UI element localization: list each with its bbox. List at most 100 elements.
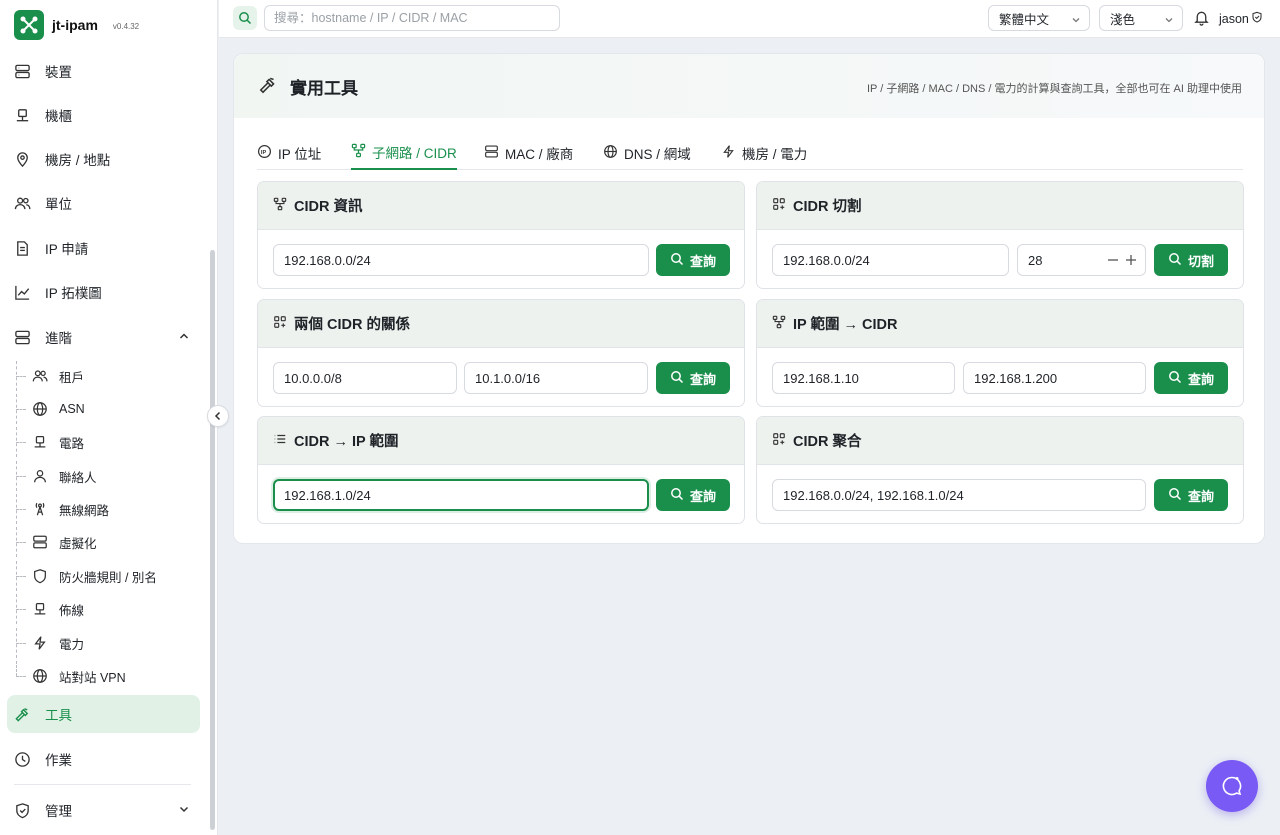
sidebar-item-advanced[interactable]: 進階 — [7, 318, 200, 356]
search-icon — [1168, 370, 1182, 387]
tools-card: 實用工具 IP / 子網路 / MAC / DNS / 電力的計算與查詢工具，全… — [233, 53, 1265, 544]
sidebar: jt-ipam v0.4.32 裝置 機櫃 機房 / 地點 單位 IP 申請 I… — [0, 0, 218, 835]
cidr-list-input[interactable] — [772, 479, 1146, 511]
globe-icon — [603, 144, 618, 162]
globe-icon — [31, 667, 49, 685]
sidebar-subitem-circuits[interactable]: 電路 — [15, 427, 200, 457]
grid-icon — [772, 432, 786, 449]
tool-cidr-to-range: CIDR → IP 範圍 查詢 — [257, 416, 745, 524]
query-button[interactable]: 查詢 — [1154, 479, 1228, 511]
sidebar-item-units[interactable]: 單位 — [7, 184, 200, 222]
logo-icon — [14, 10, 44, 40]
query-button[interactable]: 查詢 — [1154, 362, 1228, 394]
tool-title: CIDR → IP 範圍 — [294, 434, 399, 450]
sidebar-item-label: 進階 — [45, 331, 72, 346]
search-icon[interactable] — [233, 6, 257, 30]
sidebar-subitem-asn[interactable]: ASN — [15, 394, 200, 424]
sidebar-subitem-virtualization[interactable]: 虛擬化 — [15, 527, 200, 557]
sidebar-subitem-firewall[interactable]: 防火牆規則 / 別名 — [15, 561, 200, 591]
svg-text:IP: IP — [261, 150, 267, 156]
sidebar-subitem-tenants[interactable]: 租戶 — [15, 361, 200, 391]
chevron-left-icon — [214, 411, 221, 421]
sidebar-item-ip-request[interactable]: IP 申請 — [7, 229, 200, 267]
tab-ip-address[interactable]: IP IP 位址 — [257, 136, 321, 170]
query-button[interactable]: 查詢 — [656, 479, 730, 511]
clock-icon — [13, 750, 31, 768]
ai-assistant-button[interactable] — [1206, 760, 1258, 812]
query-button[interactable]: 查詢 — [656, 362, 730, 394]
search-icon — [1168, 252, 1182, 269]
plus-icon[interactable] — [1125, 253, 1137, 270]
sidebar-subitem-contacts[interactable]: 聯絡人 — [15, 461, 200, 491]
sidebar-item-tools[interactable]: 工具 — [7, 695, 200, 733]
prefix-stepper[interactable]: 28 — [1017, 244, 1146, 276]
server-icon — [484, 144, 499, 162]
sidebar-item-label: 機櫃 — [45, 109, 72, 124]
minus-icon[interactable] — [1107, 253, 1119, 270]
tool-title: CIDR 資訊 — [294, 199, 363, 215]
cidr-input[interactable] — [273, 244, 649, 276]
button-label: 查詢 — [1187, 488, 1214, 504]
sidebar-subitem-power[interactable]: 電力 — [15, 628, 200, 658]
sidebar-subitem-label: ASN — [59, 402, 85, 416]
brand[interactable]: jt-ipam v0.4.32 — [14, 10, 139, 40]
grid-icon — [772, 197, 786, 214]
sidebar-scrollbar[interactable] — [210, 250, 215, 830]
antenna-icon — [31, 500, 49, 518]
user-name: jason — [1219, 11, 1249, 26]
tool-tabs: IP IP 位址 子網路 / CIDR MAC / 廠商 DNS / 網域 機房… — [257, 136, 1243, 170]
range-end-input[interactable] — [963, 362, 1146, 394]
tool-cidr-relation: 兩個 CIDR 的關係 查詢 — [257, 299, 745, 407]
tree-connector — [15, 361, 29, 391]
sidebar-item-devices[interactable]: 裝置 — [7, 52, 200, 90]
range-start-input[interactable] — [772, 362, 955, 394]
search-icon — [670, 487, 684, 504]
split-button[interactable]: 切割 — [1154, 244, 1228, 276]
tool-cidr-info: CIDR 資訊 查詢 — [257, 181, 745, 289]
theme-select[interactable]: 淺色 — [1099, 5, 1183, 31]
app-version: v0.4.32 — [112, 22, 140, 31]
sidebar-item-jobs[interactable]: 作業 — [7, 740, 200, 778]
cidr-input[interactable] — [273, 479, 649, 511]
cidr-input[interactable] — [772, 244, 1009, 276]
sidebar-item-ip-topology[interactable]: IP 拓樸圖 — [7, 273, 200, 311]
chevron-up-icon[interactable] — [178, 330, 190, 345]
button-label: 查詢 — [1187, 371, 1214, 387]
search-icon — [1168, 487, 1182, 504]
tab-datacenter-power[interactable]: 機房 / 電力 — [721, 136, 807, 170]
sidebar-item-admin[interactable]: 管理 — [7, 791, 200, 829]
tool-title: CIDR 聚合 — [793, 434, 862, 450]
bell-icon[interactable] — [1193, 9, 1210, 29]
cidr-b-input[interactable] — [464, 362, 648, 394]
shield-check-icon — [13, 801, 31, 819]
server-icon — [13, 328, 31, 346]
chevron-down-icon[interactable] — [178, 803, 190, 818]
chart-line-icon — [13, 283, 31, 301]
sidebar-subitem-wireless[interactable]: 無線網路 — [15, 494, 200, 524]
tab-dns-domain[interactable]: DNS / 網域 — [603, 136, 691, 170]
shield-check-icon — [1251, 11, 1263, 26]
tab-mac-vendor[interactable]: MAC / 廠商 — [484, 136, 573, 170]
theme-value: 淺色 — [1110, 12, 1136, 27]
sidebar-subitem-cabling[interactable]: 佈線 — [15, 594, 200, 624]
language-select[interactable]: 繁體中文 — [988, 5, 1090, 31]
query-button[interactable]: 查詢 — [656, 244, 730, 276]
tool-header: IP 範圍 → CIDR — [757, 300, 1243, 348]
cidr-a-input[interactable] — [273, 362, 457, 394]
sidebar-collapse-button[interactable] — [207, 405, 229, 427]
search-input[interactable] — [264, 5, 560, 31]
tab-label: DNS / 網域 — [624, 147, 691, 162]
list-icon — [273, 432, 287, 449]
tree-connector — [15, 628, 29, 658]
sidebar-subitem-label: 防火牆規則 / 別名 — [59, 570, 157, 585]
tree-connector — [15, 661, 29, 691]
tool-title: CIDR 切割 — [793, 199, 862, 215]
user-menu[interactable]: jason — [1219, 11, 1263, 26]
sidebar-item-locations[interactable]: 機房 / 地點 — [7, 140, 200, 178]
tree-connector — [15, 561, 29, 591]
tab-subnet-cidr[interactable]: 子網路 / CIDR — [351, 136, 457, 170]
sidebar-item-racks[interactable]: 機櫃 — [7, 96, 200, 134]
globe-icon — [31, 400, 49, 418]
sidebar-subitem-vpn[interactable]: 站對站 VPN — [15, 661, 200, 691]
tool-title: IP 範圍 → CIDR — [793, 317, 898, 333]
